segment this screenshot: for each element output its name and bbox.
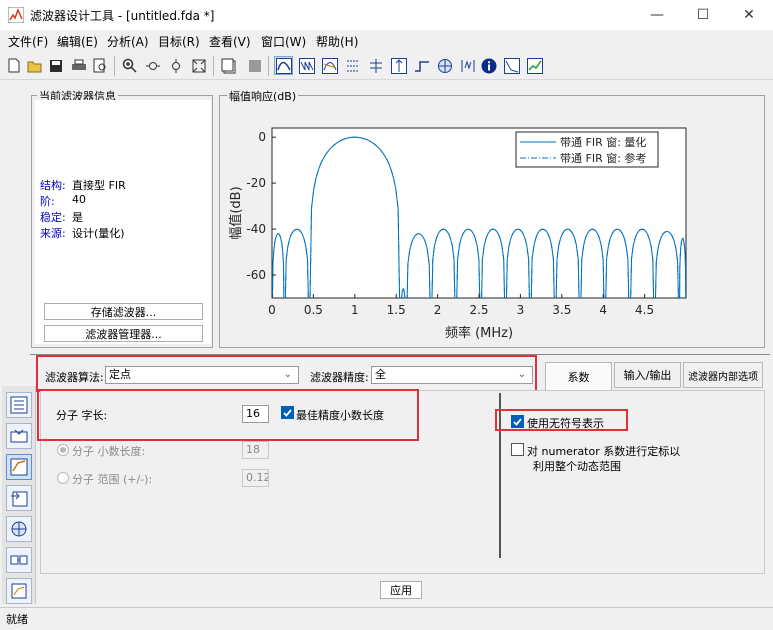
menu-analysis[interactable]: 分析(A) — [107, 33, 149, 50]
realize-model-icon[interactable] — [6, 547, 32, 573]
legend-label-reference: 带通 FIR 窗: 参考 — [560, 151, 646, 165]
y-axis-label: 幅值(dB) — [228, 186, 244, 239]
order-label: 阶: — [40, 195, 55, 208]
magnitude-phase-icon[interactable] — [320, 56, 339, 75]
y-tick-label: -20 — [246, 176, 266, 190]
stop-icon[interactable] — [245, 56, 264, 75]
x-tick-label: 0 — [268, 303, 276, 317]
y-tick-label: 0 — [258, 130, 266, 144]
step-response-icon[interactable] — [412, 56, 431, 75]
chart-legend: 带通 FIR 窗: 量化 带通 FIR 窗: 参考 — [515, 131, 659, 168]
numerator-fraclength-label: 分子 小数长度: — [72, 445, 146, 458]
magnitude-response-chart: 0 0.5 1 1.5 2 2.5 3 3.5 4 4.50-20-40-60 频率 (MHz) … — [228, 127, 687, 341]
x-tick-label: 3 — [517, 303, 525, 317]
zoom-x-icon[interactable] — [143, 56, 162, 75]
x-tick-label: 4 — [599, 303, 607, 317]
print-preview-icon[interactable] — [90, 56, 109, 75]
multirate-icon[interactable] — [6, 578, 32, 604]
close-button[interactable]: ✕ — [726, 0, 772, 30]
store-filter-button[interactable]: 存储滤波器... — [44, 303, 203, 320]
menu-help[interactable]: 帮助(H) — [316, 33, 358, 50]
x-axis-label: 频率 (MHz) — [445, 325, 513, 341]
numerator-range-radio[interactable] — [57, 472, 69, 484]
x-tick-label: 0.5 — [304, 303, 323, 317]
highlight-wordlength — [37, 389, 419, 441]
menu-targets[interactable]: 目标(R) — [158, 33, 200, 50]
menu-bar: 文件(F) 编辑(E) 分析(A) 目标(R) 查看(V) 窗口(W) 帮助(H… — [0, 30, 773, 52]
tab-coefficients[interactable]: 系数 — [545, 362, 612, 391]
highlight-algorithm-precision — [36, 355, 537, 392]
structure-value: 直接型 FIR — [72, 179, 126, 192]
title-bar: 滤波器设计工具 - [untitled.fda *] — ☐ ✕ — [0, 0, 773, 30]
normalize-label-line2: 利用整个动态范围 — [533, 460, 621, 473]
info-icon[interactable] — [479, 56, 498, 75]
pole-zero-editor-icon[interactable] — [6, 516, 32, 542]
filter-coefficients-icon[interactable] — [458, 56, 477, 75]
stable-label: 稳定: — [40, 211, 66, 224]
open-folder-icon[interactable] — [25, 56, 44, 75]
toolbar-separator — [213, 56, 214, 76]
toolbar-separator — [268, 56, 269, 76]
set-quantization-icon[interactable] — [6, 392, 32, 418]
group-delay-icon[interactable] — [343, 56, 362, 75]
stable-value: 是 — [72, 211, 83, 224]
x-tick-label: 1 — [351, 303, 359, 317]
window-title: 滤波器设计工具 - [untitled.fda *] — [30, 9, 215, 23]
maximize-button[interactable]: ☐ — [680, 0, 726, 30]
x-tick-label: 1.5 — [387, 303, 406, 317]
menu-file[interactable]: 文件(F) — [8, 33, 48, 50]
normalize-label-line1: 对 numerator 系数进行定标以 — [527, 445, 681, 458]
legend-label-quantized: 带通 FIR 窗: 量化 — [560, 135, 646, 149]
numerator-fraclength-radio[interactable] — [57, 444, 69, 456]
zoom-in-icon[interactable] — [120, 56, 139, 75]
menu-edit[interactable]: 编辑(E) — [57, 33, 98, 50]
status-text: 就绪 — [6, 613, 28, 626]
save-icon[interactable] — [46, 56, 65, 75]
numerator-range-label: 分子 范围 (+/-): — [72, 473, 153, 486]
x-tick-label: 2.5 — [469, 303, 488, 317]
source-label: 来源: — [40, 227, 66, 240]
transform-filter-icon[interactable] — [6, 423, 32, 449]
print-icon[interactable] — [69, 56, 88, 75]
app-logo-icon — [8, 7, 24, 23]
structure-label: 结构: — [40, 179, 66, 192]
design-filter-icon[interactable] — [6, 454, 32, 480]
magnitude-response-icon[interactable] — [274, 56, 293, 75]
pole-zero-icon[interactable] — [435, 56, 454, 75]
y-tick-label: -60 — [246, 268, 266, 282]
toolbar-separator — [114, 56, 115, 76]
filter-manager-button[interactable]: 滤波器管理器... — [44, 325, 203, 342]
x-tick-label: 2 — [434, 303, 442, 317]
full-view-icon[interactable] — [189, 56, 208, 75]
phase-response-icon[interactable] — [297, 56, 316, 75]
zoom-y-icon[interactable] — [166, 56, 185, 75]
x-tick-label: 3.5 — [552, 303, 571, 317]
highlight-unsigned — [495, 409, 628, 431]
noise-power-icon[interactable] — [525, 56, 544, 75]
toolbar — [0, 52, 773, 80]
tab-filter-internals[interactable]: 滤波器内部选项 — [683, 362, 763, 388]
order-value: 40 — [72, 193, 86, 206]
x-tick-label: 4.5 — [635, 303, 654, 317]
normalize-checkbox[interactable] — [511, 443, 524, 456]
phase-delay-icon[interactable] — [366, 56, 385, 75]
numerator-fraclength-input[interactable]: 18 — [242, 441, 269, 459]
source-value: 设计(量化) — [72, 227, 125, 240]
menu-view[interactable]: 查看(V) — [209, 33, 251, 50]
new-file-icon[interactable] — [4, 56, 23, 75]
y-tick-label: -40 — [246, 222, 266, 236]
impulse-response-icon[interactable] — [389, 56, 408, 75]
import-filter-icon[interactable] — [6, 485, 32, 511]
minimize-button[interactable]: — — [634, 0, 680, 30]
menu-window[interactable]: 窗口(W) — [261, 33, 306, 50]
new-window-icon[interactable] — [219, 56, 238, 75]
magnitude-estimate-icon[interactable] — [502, 56, 521, 75]
numerator-range-input[interactable]: 0.125 — [242, 469, 269, 487]
tab-input-output[interactable]: 输入/输出 — [614, 362, 681, 388]
apply-button[interactable]: 应用 — [380, 581, 422, 599]
status-bar: 就绪 — [0, 607, 773, 630]
